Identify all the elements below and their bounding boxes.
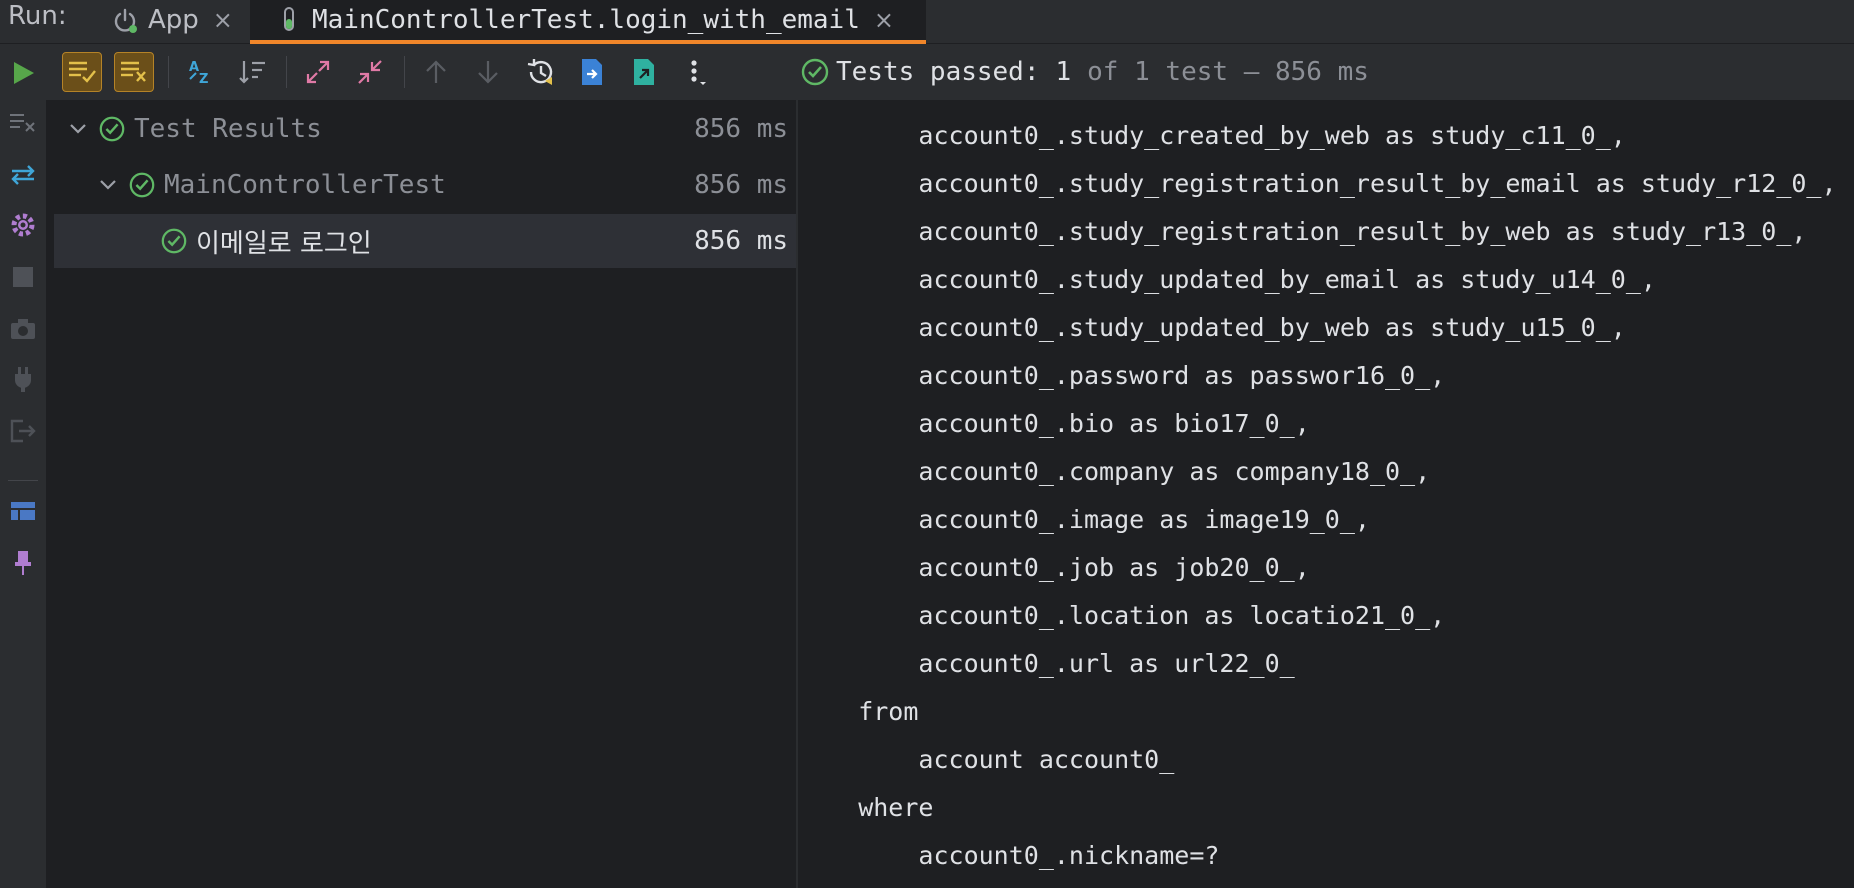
passed-check-icon — [160, 227, 188, 255]
tree-row-duration: 856 ms — [694, 170, 788, 200]
power-icon — [110, 5, 140, 35]
console-line: account account0_ — [798, 745, 1175, 774]
import-tests-button[interactable] — [572, 52, 612, 92]
arrow-up-icon — [426, 60, 446, 83]
toolbar-separator — [404, 56, 405, 88]
run-label: Run: — [8, 1, 67, 31]
camera-icon[interactable] — [8, 314, 38, 344]
run-tab-bar: Run: App × MainControllerTest.login_with… — [0, 0, 1854, 44]
tab-app-label: App — [148, 5, 199, 35]
console-line: account0_.nickname=? — [798, 841, 1220, 870]
chevron-down-icon[interactable] — [68, 119, 88, 139]
plug-icon[interactable] — [8, 364, 38, 394]
console-line: where — [798, 793, 934, 822]
console-line: account0_.study_updated_by_email as stud… — [798, 265, 1656, 294]
sort-duration-icon — [239, 61, 265, 84]
import-file-icon — [582, 59, 602, 85]
console-line: account0_.study_updated_by_web as study_… — [798, 313, 1626, 342]
history-clock-icon — [527, 59, 553, 85]
sidebar-divider — [8, 480, 38, 481]
toolbar-separator — [286, 56, 287, 88]
svg-text:Z: Z — [199, 72, 208, 87]
tests-passed-count: 1 — [1055, 57, 1072, 87]
tree-row-main-controller-test[interactable]: MainControllerTest 856 ms — [54, 158, 796, 212]
more-options-button[interactable] — [676, 52, 716, 92]
show-passed-button[interactable] — [62, 52, 102, 92]
console-line: account0_.image as image19_0_, — [798, 505, 1370, 534]
layout-icon[interactable] — [8, 496, 38, 526]
tests-passed-label: Tests passed: — [836, 57, 1040, 87]
tree-row-label: Test Results — [134, 114, 322, 144]
console-line: account0_.bio as bio17_0_, — [798, 409, 1310, 438]
show-ignored-icon — [121, 61, 146, 82]
expand-icon — [306, 60, 330, 84]
toolbar-separator — [168, 56, 169, 88]
console-line: account0_.job as job20_0_, — [798, 553, 1310, 582]
test-status-summary: Tests passed: 1 of 1 test – 856 ms — [800, 44, 1369, 100]
left-action-bar — [0, 44, 46, 888]
test-history-button[interactable] — [520, 52, 560, 92]
tree-row-label: 이메일로 로그인 — [196, 228, 372, 259]
export-tests-button[interactable] — [624, 52, 664, 92]
passed-check-icon — [800, 57, 830, 87]
tab-main-controller-test-label: MainControllerTest.login_with_email — [312, 5, 860, 35]
arrow-down-icon — [478, 61, 498, 84]
tab-app[interactable]: App × — [110, 0, 250, 40]
expand-all-button[interactable] — [298, 52, 338, 92]
exit-icon[interactable] — [8, 416, 38, 446]
collapse-all-button[interactable] — [350, 52, 390, 92]
rerun-icon[interactable] — [8, 58, 38, 88]
console-line: account0_.url as url22_0_ — [798, 649, 1295, 678]
next-failed-test-button[interactable] — [468, 52, 508, 92]
chevron-down-icon[interactable] — [98, 175, 118, 195]
collapse-icon — [358, 60, 382, 84]
console-line: account0_.study_created_by_web as study_… — [798, 121, 1626, 150]
sort-az-icon: A Z — [189, 60, 208, 87]
export-file-icon — [634, 59, 654, 85]
console-output[interactable]: account0_.study_created_by_web as study_… — [798, 100, 1854, 888]
show-ignored-button[interactable] — [114, 52, 154, 92]
sort-alphabetically-button[interactable]: A Z — [180, 52, 220, 92]
tab-main-controller-test[interactable]: MainControllerTest.login_with_email × — [250, 0, 926, 44]
tree-row-duration: 856 ms — [694, 226, 788, 256]
console-line: account0_.password as passwor16_0_, — [798, 361, 1446, 390]
console-line: from — [798, 697, 919, 726]
passed-check-icon — [128, 171, 156, 199]
previous-failed-test-button[interactable] — [416, 52, 456, 92]
console-line: account0_.study_registration_result_by_e… — [798, 169, 1837, 198]
settings-gear-icon[interactable] — [8, 210, 38, 240]
test-tube-icon — [274, 5, 304, 35]
rerun-failed-icon[interactable] — [8, 108, 38, 138]
tree-row-test-results[interactable]: Test Results 856 ms — [54, 102, 796, 156]
svg-text:A: A — [189, 60, 199, 75]
test-results-tree: Test Results 856 ms MainControllerTest 8… — [54, 100, 796, 888]
tree-row-label: MainControllerTest — [164, 170, 446, 200]
pin-icon[interactable] — [8, 548, 38, 578]
sort-by-duration-button[interactable] — [232, 52, 272, 92]
console-line: account0_.company as company18_0_, — [798, 457, 1431, 486]
tests-total-duration: of 1 test – 856 ms — [1087, 57, 1369, 87]
passed-check-icon — [98, 115, 126, 143]
more-vertical-icon — [691, 60, 706, 85]
console-line: account0_.location as locatio21_0_, — [798, 601, 1446, 630]
tree-row-login-with-email[interactable]: 이메일로 로그인 856 ms — [54, 214, 796, 268]
toggle-auto-test-icon[interactable] — [8, 160, 38, 190]
tab-app-close-icon[interactable]: × — [213, 6, 233, 34]
tab-main-controller-test-close-icon[interactable]: × — [874, 6, 894, 34]
stop-icon[interactable] — [8, 262, 38, 292]
console-line: account0_.study_registration_result_by_w… — [798, 217, 1807, 246]
tree-row-duration: 856 ms — [694, 114, 788, 144]
show-passed-icon — [69, 61, 96, 83]
